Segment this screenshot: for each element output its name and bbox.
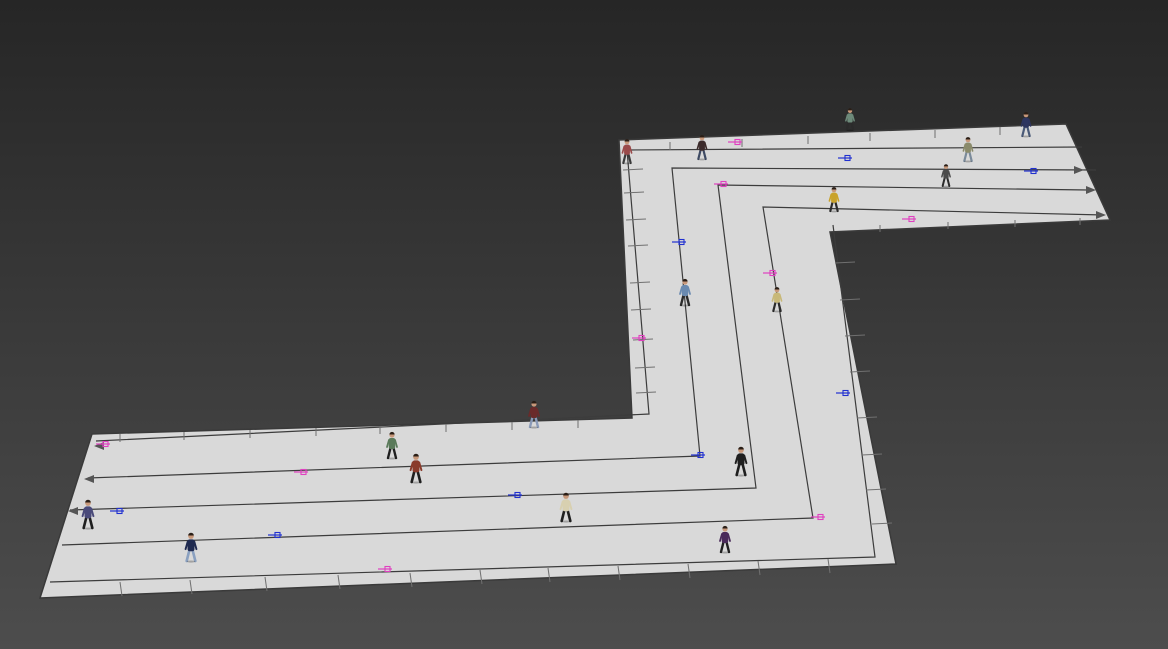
crowd-simulation-scene[interactable] <box>0 0 1168 649</box>
3d-viewport[interactable] <box>0 0 1168 649</box>
